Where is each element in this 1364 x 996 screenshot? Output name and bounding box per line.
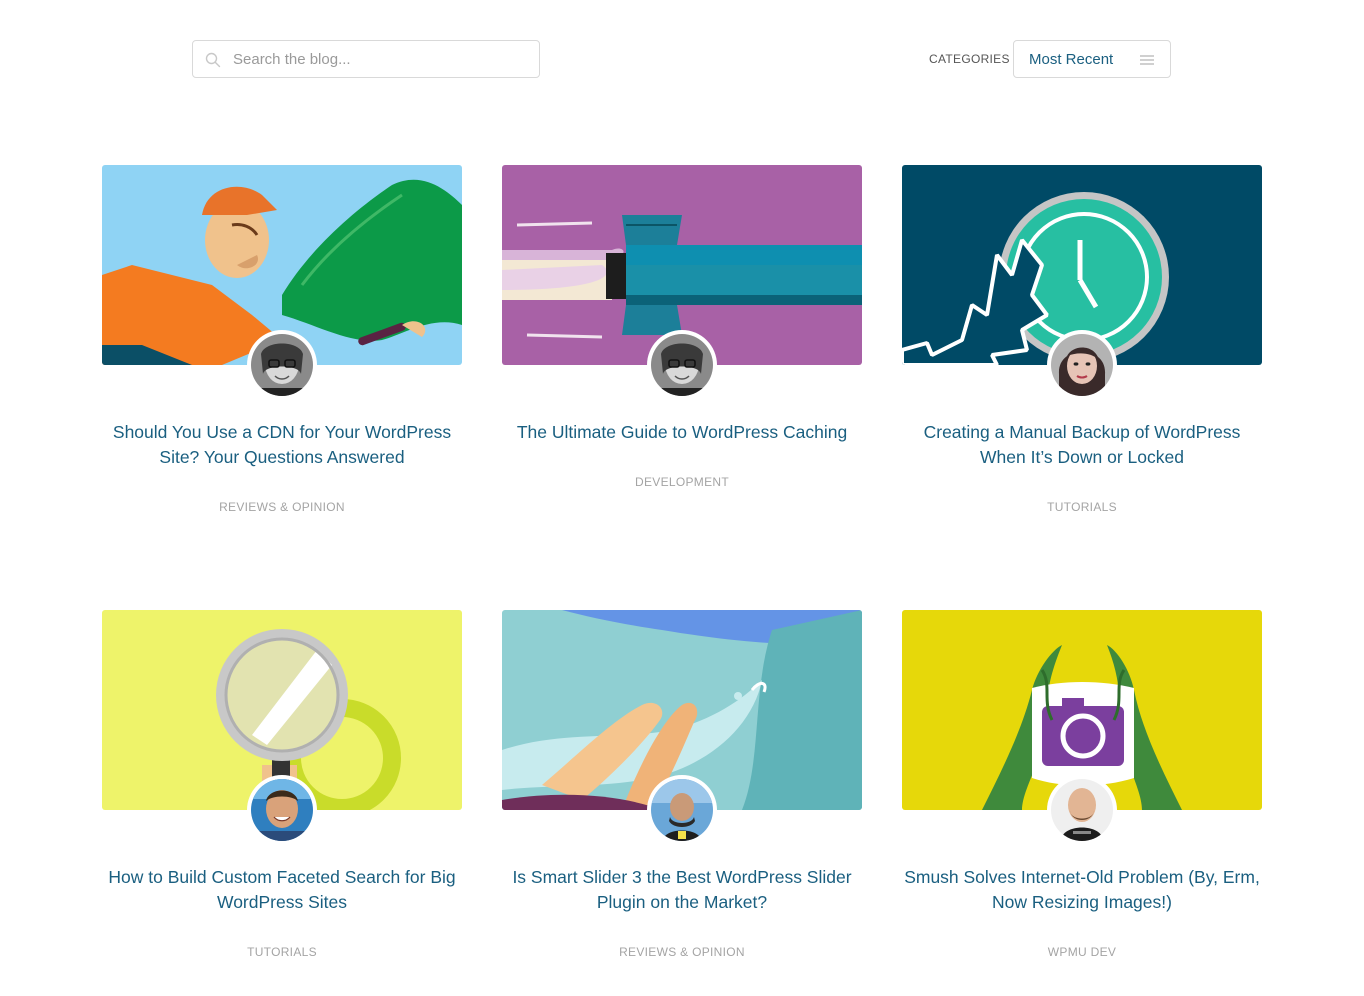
post-category[interactable]: REVIEWS & OPINION: [502, 945, 862, 959]
post-title[interactable]: Smush Solves Internet-Old Problem (By, E…: [902, 865, 1262, 915]
post-card: Smush Solves Internet-Old Problem (By, E…: [902, 610, 1262, 970]
post-category[interactable]: DEVELOPMENT: [502, 475, 862, 489]
post-title[interactable]: Is Smart Slider 3 the Best WordPress Sli…: [502, 865, 862, 915]
post-card: The Ultimate Guide to WordPress Caching …: [502, 165, 862, 525]
author-avatar-man-bald[interactable]: [1047, 775, 1117, 845]
author-avatar-man-conference[interactable]: [647, 775, 717, 845]
post-category[interactable]: TUTORIALS: [102, 945, 462, 959]
post-title[interactable]: Creating a Manual Backup of WordPress Wh…: [902, 420, 1262, 470]
menu-icon: [1140, 55, 1154, 65]
post-card: Should You Use a CDN for Your WordPress …: [102, 165, 462, 525]
categories-label: CATEGORIES: [929, 52, 1010, 66]
post-card: Creating a Manual Backup of WordPress Wh…: [902, 165, 1262, 525]
post-card: How to Build Custom Faceted Search for B…: [102, 610, 462, 970]
post-title[interactable]: Should You Use a CDN for Your WordPress …: [102, 420, 462, 470]
author-avatar-woman-glasses[interactable]: [247, 330, 317, 400]
search-icon: [205, 52, 221, 68]
post-category[interactable]: WPMU DEV: [902, 945, 1262, 959]
author-avatar-man-smiling[interactable]: [247, 775, 317, 845]
category-select[interactable]: Most Recent: [1013, 40, 1171, 78]
author-avatar-woman-glasses[interactable]: [647, 330, 717, 400]
post-category[interactable]: TUTORIALS: [902, 500, 1262, 514]
category-select-value: Most Recent: [1029, 51, 1114, 68]
post-category[interactable]: REVIEWS & OPINION: [102, 500, 462, 514]
post-card: Is Smart Slider 3 the Best WordPress Sli…: [502, 610, 862, 970]
post-title[interactable]: How to Build Custom Faceted Search for B…: [102, 865, 462, 915]
search-box[interactable]: [192, 40, 540, 78]
author-avatar-woman-dark-hair[interactable]: [1047, 330, 1117, 400]
post-title[interactable]: The Ultimate Guide to WordPress Caching: [502, 420, 862, 445]
search-input[interactable]: [233, 41, 529, 77]
